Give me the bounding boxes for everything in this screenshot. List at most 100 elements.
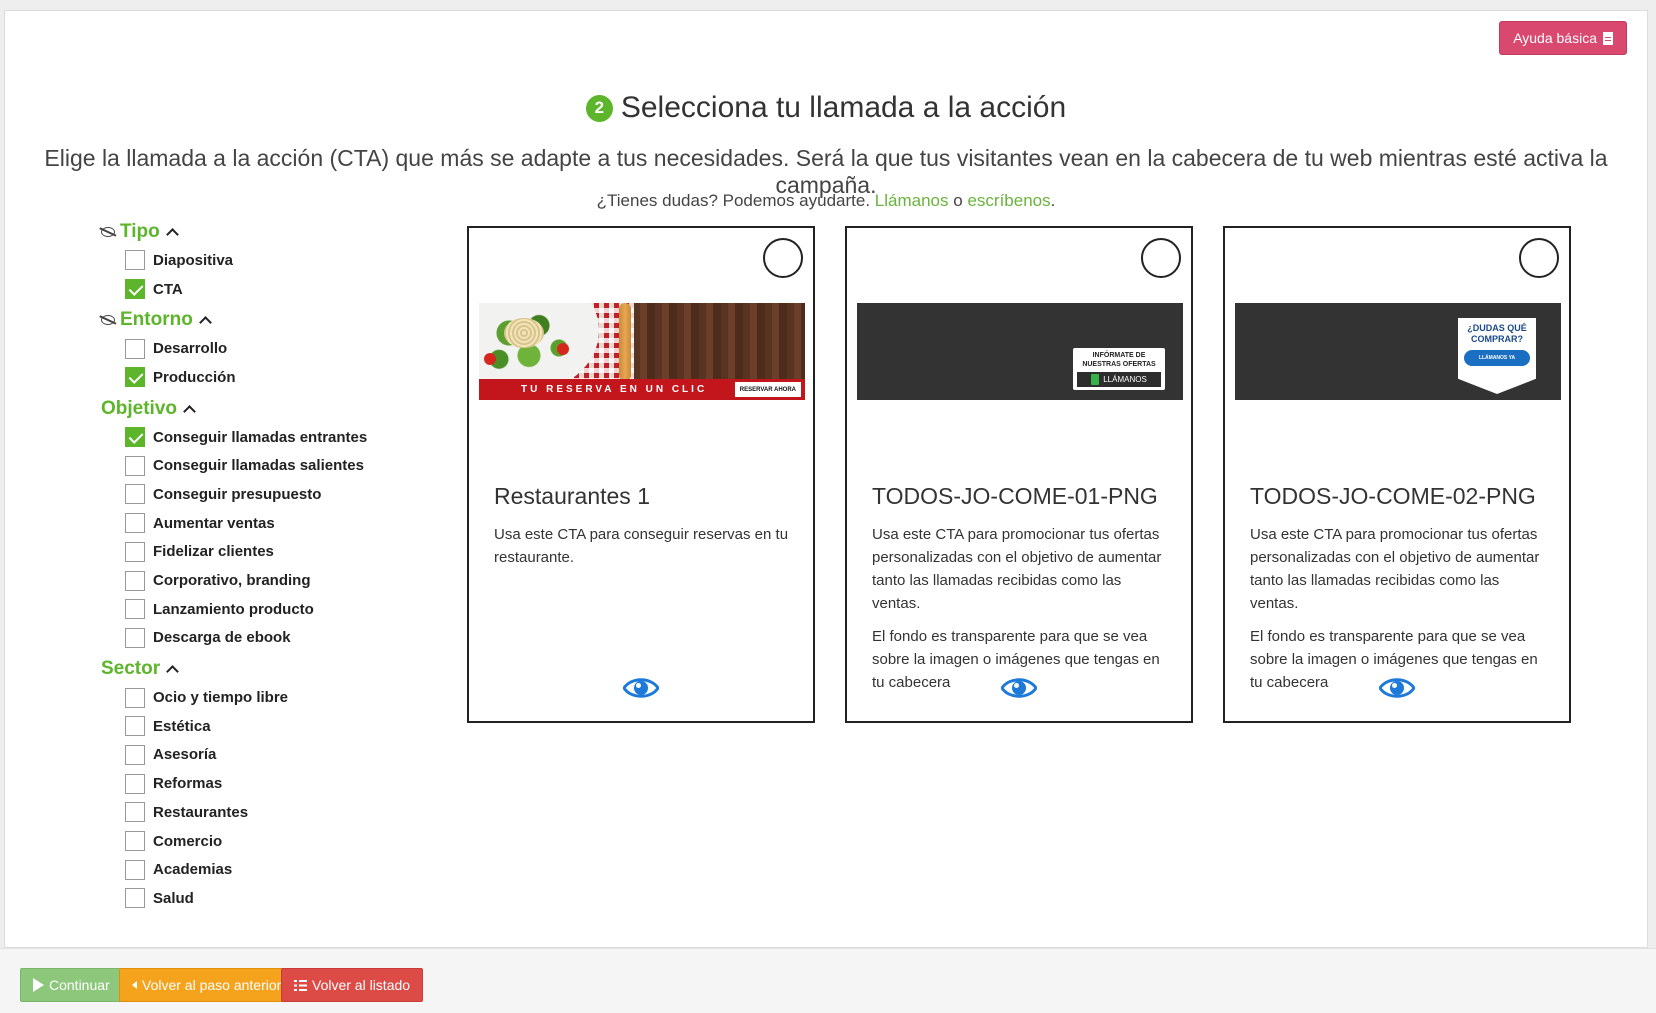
back-step-label: Volver al paso anterior	[142, 977, 282, 993]
filter-option-label: Estética	[153, 717, 211, 735]
filter-checkbox[interactable]	[125, 888, 145, 909]
filter-option[interactable]: Restaurantes	[101, 798, 431, 827]
filter-checkbox[interactable]	[125, 599, 145, 620]
filter-option[interactable]: Estética	[101, 712, 431, 741]
filter-option[interactable]: Aumentar ventas	[101, 509, 431, 538]
help-or: o	[953, 191, 963, 210]
filter-option-label: Conseguir llamadas entrantes	[153, 428, 368, 446]
cta-banner-preview: ¿DUDAS QUÉ COMPRAR? LLÁMANOS YA	[1235, 303, 1561, 400]
select-radio[interactable]	[1519, 238, 1559, 278]
cta-card-title: Restaurantes 1	[494, 483, 650, 509]
chevron-up-icon[interactable]	[183, 404, 196, 418]
eye-slash-icon[interactable]	[101, 315, 115, 326]
filter-option[interactable]: Corporativo, branding	[101, 566, 431, 595]
help-line: ¿Tienes dudas? Podemos ayudarte. Llámano…	[5, 191, 1647, 211]
select-radio[interactable]	[763, 238, 803, 278]
filter-option[interactable]: Comercio	[101, 827, 431, 856]
filter-option-label: Conseguir llamadas salientes	[153, 457, 364, 475]
filter-option[interactable]: Conseguir presupuesto	[101, 480, 431, 509]
filter-option-label: Lanzamiento producto	[153, 600, 314, 618]
filter-checkbox[interactable]	[125, 716, 145, 737]
cta-card[interactable]: ¿DUDAS QUÉ COMPRAR? LLÁMANOS YA TODOS-JO-C…	[1223, 226, 1571, 723]
select-radio[interactable]	[1141, 238, 1181, 278]
filter-checkbox[interactable]	[125, 627, 145, 648]
banner-button-text: LLÁMANOS YA	[1478, 354, 1516, 361]
chevron-up-icon[interactable]	[198, 316, 212, 330]
filter-option[interactable]: Lanzamiento producto	[101, 595, 431, 624]
filter-option-label: Conseguir presupuesto	[153, 485, 322, 503]
help-prefix: ¿Tienes dudas? Podemos ayudarte.	[596, 191, 871, 210]
filter-option-label: Academias	[153, 861, 233, 879]
filter-option-label: Asesoría	[153, 746, 217, 764]
caret-left-icon	[132, 981, 137, 989]
preview-eye-icon[interactable]	[622, 675, 660, 706]
filter-checkbox[interactable]	[125, 570, 145, 591]
page-title: 2 Selecciona tu llamada a la acción	[5, 91, 1647, 125]
filter-checkbox[interactable]	[125, 744, 145, 765]
filter-checkbox[interactable]	[125, 541, 145, 562]
banner-button-text: RESERVAR AHORA	[734, 382, 801, 397]
filter-checkbox[interactable]	[125, 367, 145, 388]
filter-option[interactable]: Ocio y tiempo libre	[101, 683, 431, 712]
filter-group-sector[interactable]: Sector	[101, 655, 431, 683]
filter-option[interactable]: Asesoría	[101, 741, 431, 770]
filter-checkbox[interactable]	[125, 279, 145, 300]
filter-checkbox[interactable]	[125, 427, 145, 448]
filter-checkbox[interactable]	[125, 455, 145, 476]
filter-group-title: Sector	[101, 658, 161, 680]
continue-button[interactable]: Continuar	[20, 968, 123, 1002]
filter-checkbox[interactable]	[125, 513, 145, 534]
play-icon	[33, 978, 44, 992]
help-button-label: Ayuda básica	[1513, 30, 1597, 46]
filter-option[interactable]: Salud	[101, 884, 431, 913]
filter-checkbox[interactable]	[125, 831, 145, 852]
cta-card-paragraph: Usa este CTA para promocionar tus oferta…	[1250, 526, 1540, 612]
eye-slash-icon[interactable]	[101, 227, 115, 237]
back-to-list-button[interactable]: Volver al listado	[281, 968, 424, 1002]
cta-card-title: TODOS-JO-COME-02-PNG	[1250, 483, 1536, 509]
filter-option-label: Producción	[153, 368, 236, 386]
chevron-up-icon[interactable]	[165, 228, 179, 241]
filter-option-label: Corporativo, branding	[153, 572, 311, 590]
filter-option[interactable]: Fidelizar clientes	[101, 538, 431, 567]
filter-option[interactable]: Desarrollo	[101, 334, 431, 363]
help-button[interactable]: Ayuda básica	[1499, 21, 1627, 55]
filter-group-entorno[interactable]: Entorno	[101, 306, 431, 334]
filter-option-label: Descarga de ebook	[153, 629, 291, 647]
call-us-link[interactable]: Llámanos	[875, 191, 949, 210]
write-us-link[interactable]: escríbenos	[967, 191, 1050, 210]
filter-group-tipo[interactable]: Tipo	[101, 218, 431, 246]
filter-checkbox[interactable]	[125, 338, 145, 359]
main-panel: Ayuda básica 2 Selecciona tu llamada a l…	[4, 10, 1648, 948]
filter-option[interactable]: CTA	[101, 275, 431, 304]
cta-card[interactable]: INFÓRMATE DE NUESTRAS OFERTAS LLÁMANOS TOD…	[845, 226, 1193, 723]
filter-option-label: CTA	[153, 280, 183, 298]
back-step-button[interactable]: Volver al paso anterior	[119, 968, 295, 1002]
filter-option-label: Salud	[153, 889, 194, 907]
filter-checkbox[interactable]	[125, 484, 145, 505]
filter-checkbox[interactable]	[125, 250, 145, 271]
filter-option[interactable]: Academias	[101, 855, 431, 884]
chevron-up-icon[interactable]	[166, 665, 180, 679]
filter-option[interactable]: Reformas	[101, 769, 431, 798]
filter-option-label: Restaurantes	[153, 803, 249, 821]
filter-checkbox[interactable]	[125, 687, 145, 708]
filter-option[interactable]: Conseguir llamadas entrantes	[101, 423, 431, 452]
cta-card[interactable]: TU RESERVA EN UN CLIC RESERVAR AHORA Resta…	[467, 226, 815, 723]
filter-option[interactable]: Diapositiva	[101, 246, 431, 275]
filter-option[interactable]: Producción	[101, 363, 431, 392]
document-icon	[1603, 31, 1613, 45]
filter-checkbox[interactable]	[125, 802, 145, 823]
banner-text: TU RESERVA EN UN CLIC	[521, 384, 708, 395]
filter-option[interactable]: Conseguir llamadas salientes	[101, 451, 431, 480]
filter-checkbox[interactable]	[125, 773, 145, 794]
filter-option-label: Comercio	[153, 832, 223, 850]
filter-group-objetivo[interactable]: Objetivo	[101, 395, 431, 423]
back-to-list-label: Volver al listado	[312, 977, 411, 993]
preview-eye-icon[interactable]	[1000, 675, 1038, 706]
banner-button-text: LLÁMANOS	[1103, 375, 1147, 384]
footer-bar: Continuar Volver al paso anterior Volver…	[0, 948, 1656, 1013]
preview-eye-icon[interactable]	[1378, 675, 1416, 706]
filter-checkbox[interactable]	[125, 859, 145, 880]
filter-option[interactable]: Descarga de ebook	[101, 624, 431, 653]
